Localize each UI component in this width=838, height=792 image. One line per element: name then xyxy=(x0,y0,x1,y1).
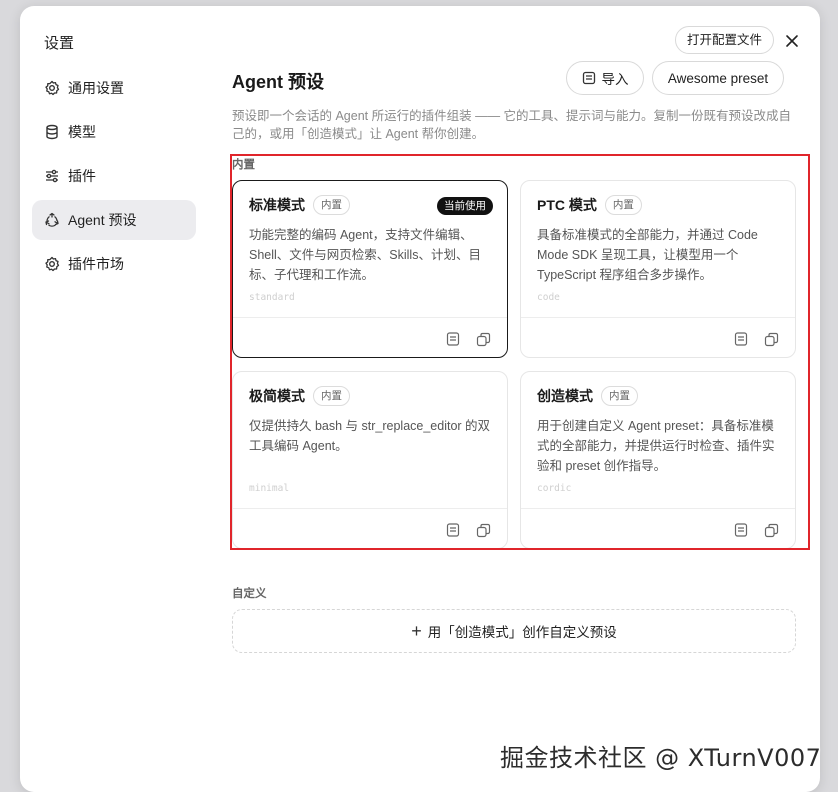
card-header: PTC 模式 内置 xyxy=(537,195,642,215)
close-icon xyxy=(786,35,798,47)
card-header: 极简模式 内置 xyxy=(249,386,350,406)
copy-icon xyxy=(764,332,778,346)
preset-name: PTC 模式 xyxy=(537,197,597,213)
builtin-badge: 内置 xyxy=(313,195,350,215)
copy-icon xyxy=(476,332,490,346)
database-icon xyxy=(46,124,58,140)
recycle-icon xyxy=(45,212,59,227)
document-icon xyxy=(446,523,460,537)
preset-id: cordic xyxy=(537,483,572,494)
preset-id: code xyxy=(537,292,560,303)
gear-icon xyxy=(45,80,60,96)
page-description: 预设即一个会话的 Agent 所运行的插件组装 —— 它的工具、提示词与能力。复… xyxy=(232,109,792,141)
document-icon xyxy=(734,332,748,346)
sidebar-item-label: 模型 xyxy=(68,124,96,140)
preset-description: 用于创建自定义 Agent preset：具备标准模式的全部能力，并提供运行时检… xyxy=(537,419,775,473)
settings-dialog: 设置 打开配置文件 通用设置 模型 插件 Agent 预设 插件市场 Agent… xyxy=(20,6,820,792)
view-button[interactable] xyxy=(732,330,750,348)
document-icon xyxy=(446,332,460,346)
sidebar-item-label: 插件 xyxy=(68,168,96,184)
gear-icon xyxy=(45,256,60,272)
import-label: 导入 xyxy=(601,72,629,87)
card-divider xyxy=(233,317,507,318)
card-divider xyxy=(521,508,795,509)
builtin-badge: 内置 xyxy=(601,386,638,406)
create-custom-label: 用「创造模式」创作自定义预设 xyxy=(427,625,617,640)
preset-id: standard xyxy=(249,292,295,303)
sidebar-item-agent-presets[interactable]: Agent 预设 xyxy=(32,200,196,240)
copy-button[interactable] xyxy=(474,330,492,348)
preset-description: 功能完整的编码 Agent，支持文件编辑、Shell、文件与网页检索、Skill… xyxy=(249,228,481,282)
copy-button[interactable] xyxy=(762,330,780,348)
custom-section-label: 自定义 xyxy=(232,588,267,600)
import-button[interactable]: 导入 xyxy=(566,61,644,95)
close-button[interactable] xyxy=(780,29,804,53)
dialog-title: 设置 xyxy=(44,35,75,52)
card-header: 标准模式 内置 xyxy=(249,195,350,215)
card-header: 创造模式 内置 xyxy=(537,386,638,406)
copy-icon xyxy=(764,523,778,537)
builtin-section-label: 内置 xyxy=(232,159,255,171)
sidebar-item-plugins[interactable]: 插件 xyxy=(32,156,196,196)
preset-name: 标准模式 xyxy=(249,197,305,213)
copy-button[interactable] xyxy=(474,521,492,539)
card-divider xyxy=(521,317,795,318)
sidebar-item-models[interactable]: 模型 xyxy=(32,112,196,152)
sidebar-item-plugin-market[interactable]: 插件市场 xyxy=(32,244,196,284)
builtin-badge: 内置 xyxy=(313,386,350,406)
card-divider xyxy=(233,508,507,509)
sidebar-item-label: 插件市场 xyxy=(68,256,124,272)
copy-icon xyxy=(476,523,490,537)
preset-name: 创造模式 xyxy=(537,388,593,404)
settings-sidebar: 通用设置 模型 插件 Agent 预设 插件市场 xyxy=(32,68,196,288)
preset-id: minimal xyxy=(249,483,290,494)
current-badge: 当前使用 xyxy=(437,197,493,215)
open-config-button[interactable]: 打开配置文件 xyxy=(675,26,775,54)
document-icon xyxy=(734,523,748,537)
sidebar-item-label: 通用设置 xyxy=(68,80,124,96)
sliders-icon xyxy=(46,169,58,183)
preset-name: 极简模式 xyxy=(249,388,305,404)
preset-description: 仅提供持久 bash 与 str_replace_editor 的双工具编码 A… xyxy=(249,419,491,453)
watermark: 掘金技术社区 @ XTurnV007 xyxy=(500,744,822,772)
copy-button[interactable] xyxy=(762,521,780,539)
preset-description: 具备标准模式的全部能力，并通过 Code Mode SDK 呈现工具，让模型用一… xyxy=(537,228,758,282)
sidebar-item-label: Agent 预设 xyxy=(68,212,137,228)
view-button[interactable] xyxy=(444,521,462,539)
preset-card-ptc[interactable]: PTC 模式 内置 具备标准模式的全部能力，并通过 Code Mode SDK … xyxy=(520,180,796,358)
import-icon xyxy=(582,71,595,85)
sidebar-item-general[interactable]: 通用设置 xyxy=(32,68,196,108)
view-button[interactable] xyxy=(732,521,750,539)
page-title: Agent 预设 xyxy=(232,72,324,92)
preset-card-minimal[interactable]: 极简模式 内置 仅提供持久 bash 与 str_replace_editor … xyxy=(232,371,508,549)
awesome-preset-button[interactable]: Awesome preset xyxy=(652,61,784,95)
plus-icon: + xyxy=(411,621,422,641)
view-button[interactable] xyxy=(444,330,462,348)
create-custom-preset-button[interactable]: + 用「创造模式」创作自定义预设 xyxy=(232,609,796,653)
preset-card-creator[interactable]: 创造模式 内置 用于创建自定义 Agent preset：具备标准模式的全部能力… xyxy=(520,371,796,549)
preset-card-standard[interactable]: 标准模式 内置 当前使用 功能完整的编码 Agent，支持文件编辑、Shell、… xyxy=(232,180,508,358)
builtin-badge: 内置 xyxy=(604,195,642,215)
